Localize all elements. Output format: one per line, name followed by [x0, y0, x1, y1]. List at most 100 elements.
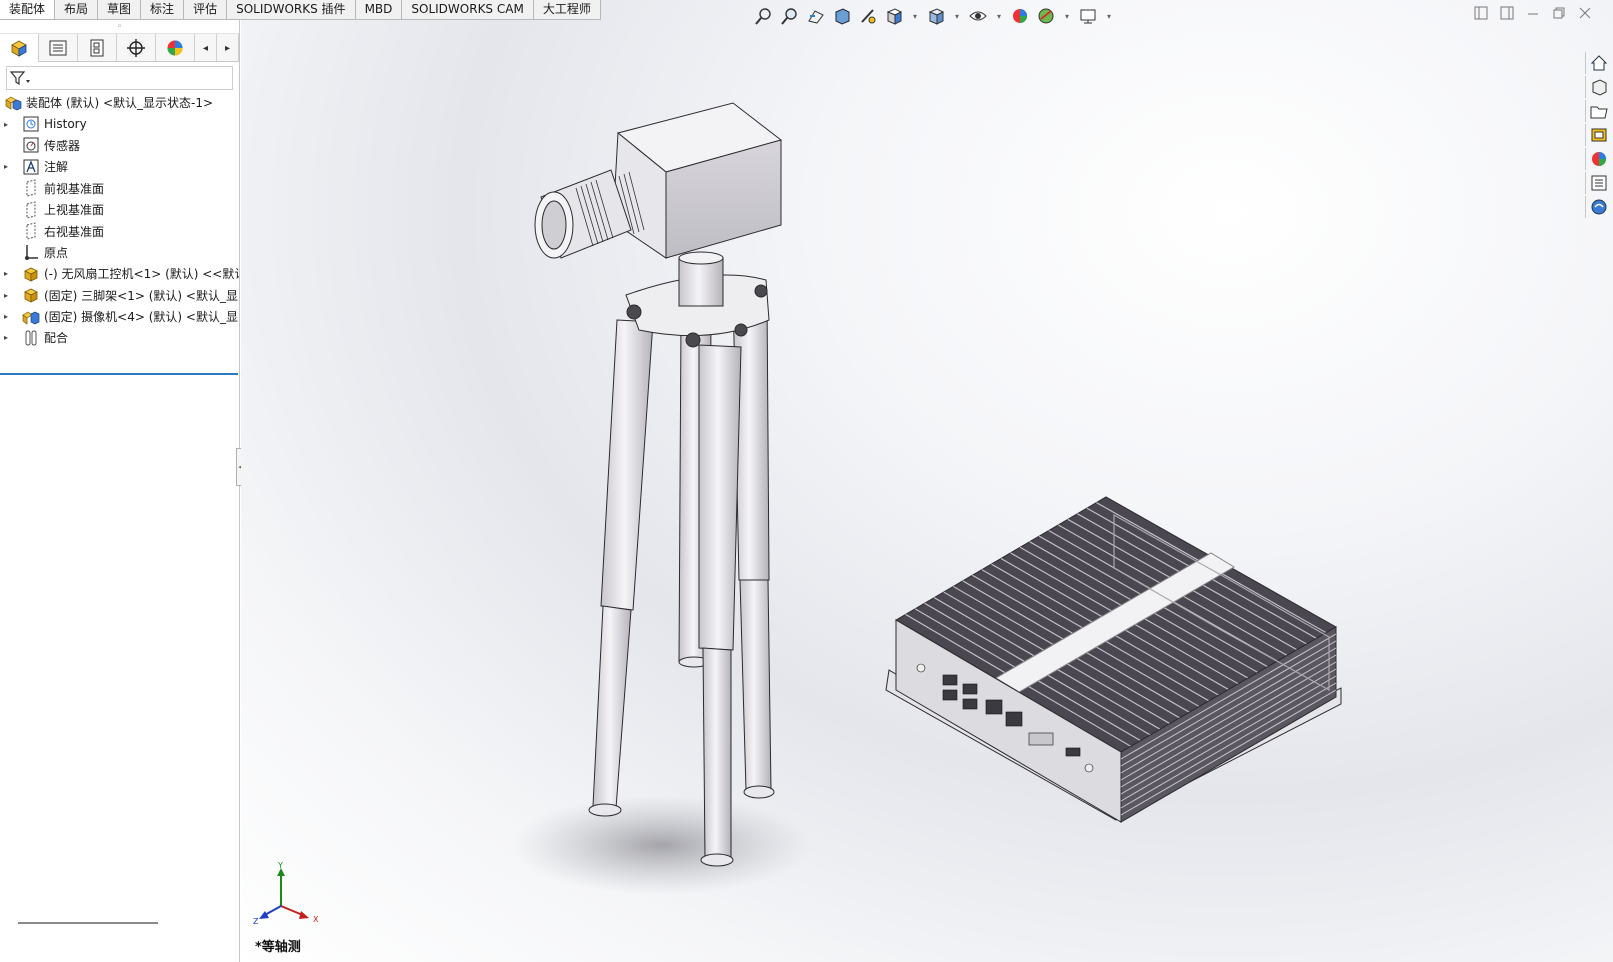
- design-library-icon: [1590, 106, 1608, 119]
- expand-arrow-icon[interactable]: ▸: [0, 291, 12, 300]
- expand-arrow-icon[interactable]: ▸: [0, 269, 12, 278]
- document-window-controls: [1473, 6, 1593, 22]
- panel-next-button[interactable]: ▸: [217, 34, 239, 62]
- forum-icon: [1591, 199, 1606, 215]
- part-icon: [22, 286, 40, 304]
- command-tab[interactable]: 草图: [98, 0, 142, 20]
- tree-item[interactable]: ▸ (固定) 摄像机<4> (默认) <默认_显: [0, 306, 239, 327]
- tree-item[interactable]: 前视基准面: [0, 178, 239, 199]
- expand-arrow-icon[interactable]: ▸: [0, 333, 12, 342]
- resources-icon: [1592, 79, 1606, 96]
- zoom-to-area-icon: [781, 8, 797, 25]
- appearances-icon: [1591, 152, 1606, 166]
- command-tab[interactable]: 大工程师: [533, 0, 601, 20]
- view-orientation-dropdown[interactable]: ▾: [908, 5, 922, 27]
- view-settings-dropdown[interactable]: ▾: [1102, 5, 1116, 27]
- display-manager-icon: [167, 40, 183, 56]
- hide-show-dropdown[interactable]: ▾: [992, 5, 1006, 27]
- property-manager-icon: [49, 40, 67, 56]
- tab-feature-manager[interactable]: [0, 34, 39, 62]
- task-pane-forum[interactable]: [1585, 196, 1611, 218]
- graphics-area[interactable]: ▾ ▾ ▾ ▾ ▾ Y X Z *等轴测: [241, 0, 1613, 962]
- expand-arrow-icon[interactable]: ▸: [0, 312, 12, 321]
- section-view-button[interactable]: [830, 5, 854, 27]
- task-pane-file-explorer[interactable]: [1585, 124, 1611, 146]
- heads-up-toolbar: ▾ ▾ ▾ ▾ ▾: [752, 4, 1116, 28]
- tab-property-manager[interactable]: [39, 34, 78, 62]
- tree-item[interactable]: ▸ 注解: [0, 156, 239, 177]
- tree-item[interactable]: 右视基准面: [0, 220, 239, 241]
- task-pane-design-library[interactable]: [1585, 100, 1611, 122]
- configuration-manager-icon: [90, 39, 104, 57]
- command-tab[interactable]: SOLIDWORKS CAM: [402, 0, 534, 20]
- minimize-icon: [1528, 13, 1538, 15]
- view-orientation-label: *等轴测: [255, 940, 301, 955]
- view-settings-icon: [1080, 9, 1096, 24]
- command-tab[interactable]: MBD: [355, 0, 403, 20]
- close-button[interactable]: [1577, 6, 1593, 22]
- restore-button[interactable]: [1551, 6, 1567, 22]
- panel-tabs: ◂ ▸: [0, 34, 239, 62]
- tree-item[interactable]: 传感器: [0, 135, 239, 156]
- edit-appearance-button[interactable]: [1008, 5, 1032, 27]
- plane-icon: [22, 222, 40, 240]
- feature-filter[interactable]: [6, 66, 233, 90]
- task-pane-resources[interactable]: [1585, 76, 1611, 98]
- panel-grip[interactable]: ◦: [0, 20, 239, 34]
- zoom-to-area-button[interactable]: [778, 5, 802, 27]
- reference-triad: Y X Z: [253, 861, 319, 926]
- tree-item[interactable]: 上视基准面: [0, 199, 239, 220]
- view-orientation-button[interactable]: [882, 5, 906, 27]
- command-manager-tabs: 装配体 布局 草图 标注 评估 SOLIDWORKS 插件 MBD SOLIDWORKS CA…: [0, 0, 601, 20]
- zoom-to-fit-icon: [755, 8, 771, 25]
- tree-item[interactable]: ▸ (-) 无风扇工控机<1> (默认) <<默认: [0, 263, 239, 284]
- task-pane-appearances[interactable]: [1585, 148, 1611, 170]
- minimize-button[interactable]: [1525, 6, 1541, 22]
- expand-arrow-icon[interactable]: ▸: [0, 162, 12, 171]
- custom-properties-icon: [1591, 175, 1606, 191]
- command-tab[interactable]: 评估: [184, 0, 228, 20]
- task-pane-custom-properties[interactable]: [1585, 172, 1611, 194]
- display-style-icon: [928, 8, 945, 25]
- sensor-icon: [22, 136, 40, 154]
- tree-item-label: History: [44, 117, 87, 132]
- tab-dimxpert[interactable]: [117, 34, 156, 62]
- tile-right-icon: [1500, 6, 1514, 20]
- tree-item-label: 前视基准面: [44, 181, 105, 196]
- tab-display-manager[interactable]: [156, 34, 195, 62]
- command-tab[interactable]: 布局: [55, 0, 99, 20]
- command-tab[interactable]: 装配体: [0, 0, 56, 20]
- apply-scene-button[interactable]: [1034, 5, 1058, 27]
- fanless-industrial-pc: [885, 496, 1342, 823]
- tree-item-label: (-) 无风扇工控机<1> (默认) <<默认: [44, 267, 239, 282]
- close-icon: [1579, 7, 1591, 19]
- panel-prev-button[interactable]: ◂: [195, 34, 217, 62]
- hide-show-button[interactable]: [966, 5, 990, 27]
- command-tab[interactable]: 标注: [141, 0, 185, 20]
- previous-view-icon: [808, 10, 824, 24]
- command-tab[interactable]: SOLIDWORKS 插件: [227, 0, 356, 20]
- tree-item[interactable]: 原点: [0, 242, 239, 263]
- display-style-dropdown[interactable]: ▾: [950, 5, 964, 27]
- tree-item[interactable]: 装配体 (默认) <默认_显示状态-1>: [0, 92, 239, 113]
- display-style-button[interactable]: [924, 5, 948, 27]
- previous-view-button[interactable]: [804, 5, 828, 27]
- tree-item[interactable]: ▸ History: [0, 113, 239, 134]
- mates-icon: [22, 329, 40, 347]
- task-pane-home[interactable]: [1585, 52, 1611, 74]
- zoom-to-fit-button[interactable]: [752, 5, 776, 27]
- model-scene: [511, 102, 1342, 895]
- tile-left-icon: [1474, 6, 1488, 20]
- expand-arrow-icon[interactable]: ▸: [0, 120, 12, 129]
- panel-horizontal-scrollbar[interactable]: [18, 922, 158, 924]
- tile-left-button[interactable]: [1473, 6, 1489, 22]
- tile-right-button[interactable]: [1499, 6, 1515, 22]
- tree-item[interactable]: ▸ 配合: [0, 327, 239, 348]
- apply-scene-dropdown[interactable]: ▾: [1060, 5, 1074, 27]
- view-settings-button[interactable]: [1076, 5, 1100, 27]
- tab-configuration-manager[interactable]: [78, 34, 117, 62]
- tree-item-label: 原点: [44, 245, 69, 260]
- tree-item-label: 上视基准面: [44, 203, 105, 218]
- tree-item[interactable]: ▸ (固定) 三脚架<1> (默认) <默认_显: [0, 285, 239, 306]
- dynamic-annotation-button[interactable]: [856, 5, 880, 27]
